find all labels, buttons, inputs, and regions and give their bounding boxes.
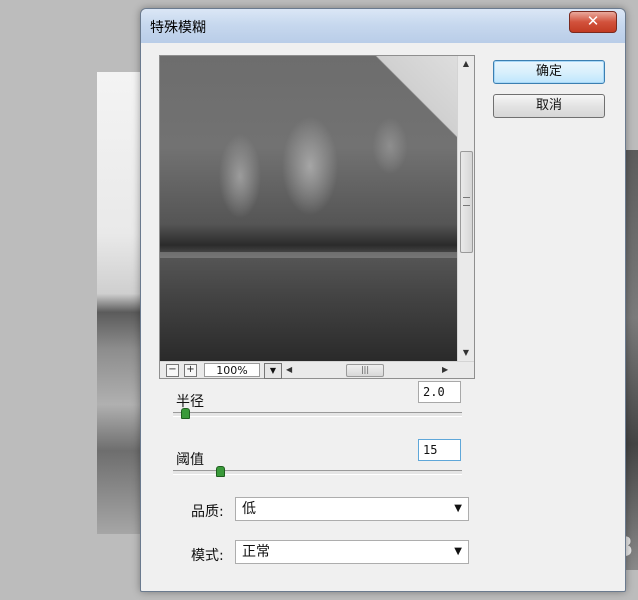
preview-image[interactable] bbox=[160, 56, 458, 361]
zoom-dropdown-icon[interactable]: ▼ bbox=[264, 363, 282, 379]
grip-icon bbox=[463, 197, 470, 206]
scroll-left-icon[interactable]: ◀ bbox=[286, 362, 292, 378]
horizontal-scroll-thumb[interactable]: ||| bbox=[346, 364, 384, 377]
radius-slider-thumb[interactable] bbox=[181, 408, 191, 419]
preview-sky-region bbox=[368, 56, 458, 146]
mode-select-value: 正常 bbox=[242, 544, 270, 560]
chevron-down-icon: ▼ bbox=[454, 503, 462, 514]
scroll-up-icon[interactable]: ▲ bbox=[458, 56, 474, 72]
close-button[interactable]: ✕ bbox=[569, 11, 617, 33]
preview-waterline bbox=[160, 252, 458, 258]
background-document-image bbox=[97, 72, 145, 534]
threshold-input[interactable]: 15 bbox=[418, 439, 461, 461]
scroll-right-icon[interactable]: ▶ bbox=[442, 362, 448, 378]
close-icon: ✕ bbox=[586, 12, 600, 30]
dialog-title: 特殊模糊 bbox=[150, 20, 206, 36]
radius-label: 半径 bbox=[176, 394, 204, 410]
quality-label: 品质: bbox=[191, 504, 224, 520]
preview-bottom-bar: − + 100% ▼ ◀ ||| ▶ bbox=[160, 361, 474, 379]
mode-select[interactable]: 正常 ▼ bbox=[235, 540, 469, 564]
ok-button[interactable]: 确定 bbox=[493, 60, 605, 84]
special-blur-dialog: 特殊模糊 ✕ ▲ ▼ − + 100% ▼ ◀ ||| ▶ 确定 取消 半径 2… bbox=[140, 8, 626, 592]
preview-panel: ▲ ▼ − + 100% ▼ ◀ ||| ▶ bbox=[159, 55, 475, 379]
quality-select-value: 低 bbox=[242, 501, 256, 517]
scroll-down-icon[interactable]: ▼ bbox=[458, 345, 474, 361]
preview-vertical-scrollbar[interactable]: ▲ ▼ bbox=[457, 56, 474, 361]
zoom-out-button[interactable]: − bbox=[166, 364, 179, 377]
mode-label: 模式: bbox=[191, 548, 224, 564]
quality-select[interactable]: 低 ▼ bbox=[235, 497, 469, 521]
threshold-label: 阈值 bbox=[176, 452, 204, 468]
radius-input[interactable]: 2.0 bbox=[418, 381, 461, 403]
cancel-button[interactable]: 取消 bbox=[493, 94, 605, 118]
zoom-in-button[interactable]: + bbox=[184, 364, 197, 377]
vertical-scroll-thumb[interactable] bbox=[460, 151, 473, 253]
threshold-slider-thumb[interactable] bbox=[215, 466, 225, 477]
dialog-client-area: ▲ ▼ − + 100% ▼ ◀ ||| ▶ 确定 取消 半径 2.0 阈值 1… bbox=[148, 43, 618, 584]
chevron-down-icon: ▼ bbox=[454, 546, 462, 557]
radius-slider-track[interactable] bbox=[173, 412, 462, 417]
zoom-level-field[interactable]: 100% bbox=[204, 363, 260, 377]
dialog-titlebar[interactable]: 特殊模糊 ✕ bbox=[141, 9, 625, 43]
